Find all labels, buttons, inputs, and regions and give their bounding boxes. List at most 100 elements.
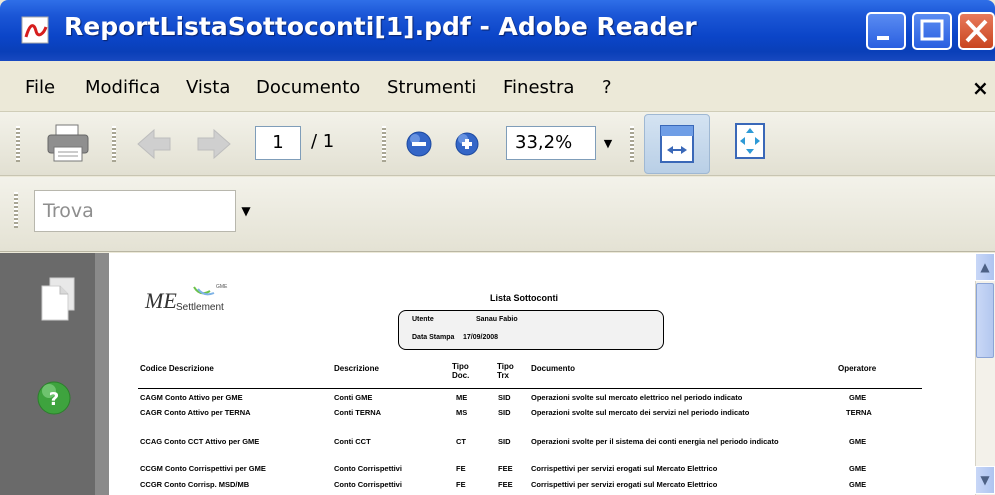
maximize-button[interactable] xyxy=(912,12,952,50)
next-page-button[interactable] xyxy=(190,124,238,164)
col-header-tipo-doc: Tipo Doc. xyxy=(452,362,470,380)
table-cell-descrizione: Conti GME xyxy=(334,393,373,402)
report-title: Lista Sottoconti xyxy=(490,293,558,303)
menu-strumenti[interactable]: Strumenti xyxy=(387,77,476,98)
table-cell-tipo-doc: ME xyxy=(456,393,468,402)
window-title: ReportListaSottoconti[1].pdf - Adobe Rea… xyxy=(64,12,697,41)
table-cell-codice: CCAG Conto CCT Attivo per GME xyxy=(140,437,260,446)
table-cell-codice: CAGM Conto Attivo per GME xyxy=(140,393,243,402)
table-cell-descrizione: Conto Corrispettivi xyxy=(334,464,402,473)
col-header-codice: Codice Descrizione xyxy=(140,364,214,373)
report-meta-box xyxy=(398,310,664,350)
close-document-button[interactable]: × xyxy=(972,76,989,100)
table-cell-operatore: TERNA xyxy=(846,408,872,417)
print-icon xyxy=(47,124,89,162)
table-cell-tipo-doc: MS xyxy=(456,408,468,417)
table-cell-tipo-trx: FEE xyxy=(498,480,513,489)
print-button[interactable] xyxy=(38,120,98,166)
logo-me: ME xyxy=(145,288,177,313)
zoom-in-icon xyxy=(455,132,479,156)
pages-panel-button[interactable] xyxy=(38,276,80,326)
pages-icon xyxy=(41,277,75,321)
zoom-out-icon xyxy=(406,131,432,157)
chevron-down-icon: ▼ xyxy=(603,136,613,150)
help-icon: ? xyxy=(37,381,71,415)
find-input[interactable]: Trova xyxy=(34,190,236,232)
col-header-operatore: Operatore xyxy=(838,364,877,373)
minimize-button[interactable] xyxy=(866,12,906,50)
menu-file[interactable]: File xyxy=(25,77,55,98)
table-cell-documento: Operazioni svolte per il sistema dei con… xyxy=(531,437,779,446)
chevron-up-icon: ▲ xyxy=(980,260,990,274)
toolbar-grip[interactable] xyxy=(630,126,634,162)
menu-vista[interactable]: Vista xyxy=(186,77,230,98)
previous-page-icon xyxy=(137,128,171,160)
table-cell-tipo-trx: SID xyxy=(498,393,511,402)
help-button[interactable]: ? xyxy=(36,380,72,420)
date-label: Data Stampa xyxy=(412,334,455,341)
col-header-descrizione: Descrizione xyxy=(334,364,379,373)
table-cell-documento: Operazioni svolte sul mercato dei serviz… xyxy=(531,408,750,417)
zoom-level-input[interactable]: 33,2% xyxy=(506,126,596,160)
nav-pane-splitter[interactable] xyxy=(95,253,109,495)
scroll-down-button[interactable]: ▼ xyxy=(975,466,995,494)
next-page-icon xyxy=(197,128,231,160)
table-cell-operatore: GME xyxy=(849,480,867,489)
table-cell-operatore: GME xyxy=(849,464,867,473)
table-cell-tipo-trx: SID xyxy=(498,437,511,446)
scrollbar-thumb[interactable] xyxy=(976,283,994,358)
table-cell-tipo-doc: FE xyxy=(456,480,466,489)
chevron-down-icon: ▼ xyxy=(241,204,251,218)
scroll-up-button[interactable]: ▲ xyxy=(975,253,995,281)
table-cell-documento: Operazioni svolte sul mercato elettrico … xyxy=(531,393,743,402)
menu-finestra[interactable]: Finestra xyxy=(503,77,574,98)
zoom-dropdown-button[interactable]: ▼ xyxy=(596,126,620,160)
fit-page-icon xyxy=(735,123,765,159)
toolbar-grip[interactable] xyxy=(382,126,386,162)
chevron-down-icon: ▼ xyxy=(980,473,990,487)
header-divider xyxy=(138,388,922,389)
toolbar-grip[interactable] xyxy=(16,126,20,162)
menu-documento[interactable]: Documento xyxy=(256,77,360,98)
user-value: Sanau Fabio xyxy=(476,316,518,323)
table-cell-descrizione: Conti CCT xyxy=(334,437,371,446)
table-cell-descrizione: Conto Corrispettivi xyxy=(334,480,402,489)
table-cell-codice: CAGR Conto Attivo per TERNA xyxy=(140,408,251,417)
zoom-out-button[interactable] xyxy=(402,127,436,161)
close-icon xyxy=(965,19,988,43)
page-number-input[interactable]: 1 xyxy=(255,126,301,160)
table-cell-documento: Corrispettivi per servizi erogati sul Me… xyxy=(531,480,718,489)
toolbar-grip[interactable] xyxy=(112,126,116,162)
user-label: Utente xyxy=(412,316,434,323)
table-cell-codice: CCGR Conto Corrisp. MSD/MB xyxy=(140,480,250,489)
minimize-icon xyxy=(877,36,889,40)
table-cell-tipo-trx: FEE xyxy=(498,464,513,473)
adobe-reader-icon xyxy=(20,15,54,45)
table-cell-documento: Corrispettivi per servizi erogati sul Me… xyxy=(531,464,718,473)
table-cell-operatore: GME xyxy=(849,393,867,402)
logo-gme-tag: GME xyxy=(216,284,228,290)
fit-page-button[interactable] xyxy=(730,120,770,164)
menu-help[interactable]: ? xyxy=(602,77,612,98)
table-cell-operatore: GME xyxy=(849,437,867,446)
fit-width-button[interactable] xyxy=(644,114,710,174)
close-window-button[interactable] xyxy=(958,12,995,50)
fit-width-icon xyxy=(660,125,694,163)
page-count: / 1 xyxy=(311,131,335,152)
toolbar-grip[interactable] xyxy=(14,192,18,228)
table-cell-tipo-doc: FE xyxy=(456,464,466,473)
date-value: 17/09/2008 xyxy=(463,334,499,341)
table-cell-tipo-trx: SID xyxy=(498,408,511,417)
maximize-icon xyxy=(920,19,944,41)
menu-modifica[interactable]: Modifica xyxy=(85,77,160,98)
previous-page-button[interactable] xyxy=(130,124,178,164)
zoom-in-button[interactable] xyxy=(450,127,484,161)
document-page xyxy=(109,253,975,495)
table-cell-descrizione: Conti TERNA xyxy=(334,408,382,417)
find-dropdown-button[interactable]: ▼ xyxy=(238,196,254,226)
svg-text:?: ? xyxy=(49,389,59,410)
table-cell-tipo-doc: CT xyxy=(456,437,466,446)
col-header-documento: Documento xyxy=(531,364,575,373)
col-header-tipo-trx: Tipo Trx xyxy=(497,362,514,380)
table-cell-codice: CCGM Conto Corrispettivi per GME xyxy=(140,464,266,473)
